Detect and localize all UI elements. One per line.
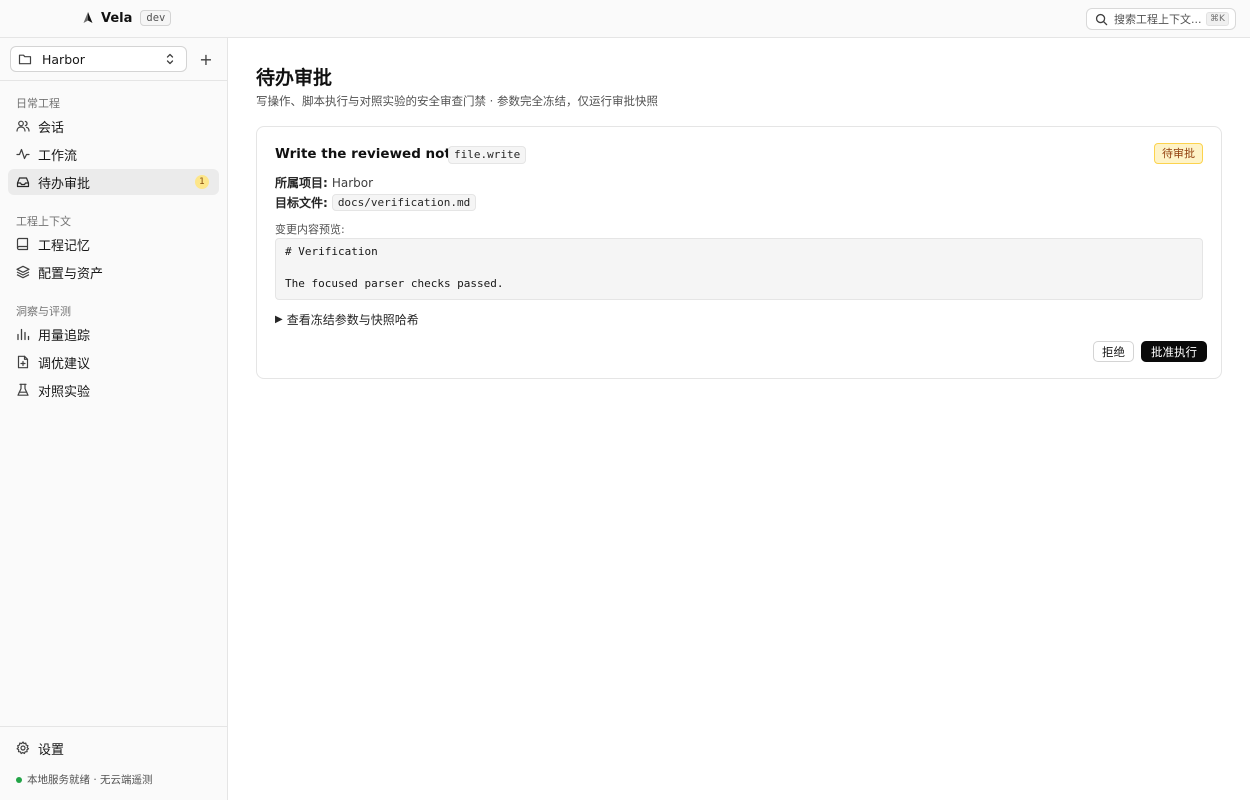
chevron-up-down-icon	[166, 53, 174, 65]
approval-title: Write the reviewed note	[275, 146, 461, 162]
sidebar-item-label: 调优建议	[38, 356, 91, 372]
bar-chart-icon	[17, 328, 30, 341]
target-file-path: docs/verification.md	[331, 194, 477, 211]
tool-name-chip: file.write	[448, 146, 527, 164]
project-meta-value: Harbor	[331, 175, 374, 190]
nav-group-label: 日常工程	[16, 97, 60, 110]
project-switcher-row: Harbor +	[0, 38, 227, 81]
book-icon	[16, 237, 29, 251]
project-select[interactable]: Harbor	[10, 46, 187, 72]
search-shortcut: ⌘K	[1206, 12, 1229, 26]
activity-icon	[16, 148, 30, 160]
sidebar: Harbor + 日常工程 会话 工作流 待办审批 1 工程上下文 工程记忆 配…	[0, 38, 228, 800]
sidebar-item-experiments[interactable]: 对照实验	[8, 377, 219, 403]
file-meta-row: 目标文件: docs/verification.md	[275, 194, 477, 211]
sidebar-item-settings[interactable]: 设置	[8, 735, 219, 761]
search-button[interactable]: 搜索工程上下文... ⌘K	[1086, 8, 1236, 30]
app-name: Vela	[101, 10, 133, 26]
folder-icon	[18, 54, 32, 65]
nav-group-label: 洞察与评测	[16, 305, 71, 318]
users-icon	[16, 120, 30, 132]
pending-count-badge: 1	[195, 175, 209, 189]
project-name: Harbor	[42, 51, 85, 67]
search-placeholder: 搜索工程上下文...	[1114, 13, 1202, 26]
file-plus-icon	[17, 355, 29, 369]
caret-right-icon: ▶	[275, 314, 283, 325]
change-preview: # Verification The focused parser checks…	[275, 238, 1203, 300]
nav-group-label: 工程上下文	[16, 215, 71, 228]
preview-label: 变更内容预览:	[275, 223, 345, 236]
sidebar-item-label: 配置与资产	[38, 266, 104, 282]
env-badge: dev	[140, 10, 172, 26]
sidebar-item-label: 用量追踪	[38, 328, 91, 344]
service-status: 本地服务就绪 · 无云端遥测	[16, 772, 153, 787]
sidebar-item-sessions[interactable]: 会话	[8, 113, 219, 139]
sidebar-item-label: 工作流	[38, 148, 78, 164]
sidebar-item-label: 工程记忆	[38, 238, 91, 254]
brand[interactable]: Vela dev	[83, 10, 172, 26]
sidebar-item-approvals[interactable]: 待办审批 1	[8, 169, 219, 195]
sidebar-item-label: 对照实验	[38, 384, 91, 400]
sidebar-footer: 设置 本地服务就绪 · 无云端遥测	[0, 726, 228, 800]
search-icon	[1095, 13, 1108, 25]
layers-icon	[16, 265, 30, 279]
status-dot	[16, 776, 22, 783]
sidebar-item-label: 会话	[38, 120, 65, 136]
reject-button[interactable]: 拒绝	[1093, 341, 1134, 362]
add-project-button[interactable]: +	[196, 48, 216, 70]
details-toggle-label: 查看冻结参数与快照哈希	[286, 313, 419, 327]
service-status-text: 本地服务就绪 · 无云端遥测	[27, 774, 153, 786]
settings-label: 设置	[38, 742, 65, 758]
flask-icon	[17, 383, 29, 396]
file-meta-key: 目标文件:	[275, 196, 328, 210]
top-bar: Vela dev 搜索工程上下文... ⌘K	[0, 0, 1250, 38]
approve-button[interactable]: 批准执行	[1141, 341, 1207, 362]
sidebar-item-workflows[interactable]: 工作流	[8, 141, 219, 167]
status-badge: 待审批	[1154, 143, 1203, 164]
sidebar-item-memory[interactable]: 工程记忆	[8, 231, 219, 257]
sidebar-item-tuning[interactable]: 调优建议	[8, 349, 219, 375]
sidebar-item-usage[interactable]: 用量追踪	[8, 321, 219, 347]
project-meta-row: 所属项目: Harbor	[275, 174, 373, 191]
vela-logo-icon	[83, 12, 93, 23]
gear-icon	[16, 741, 30, 755]
main-content: 待办审批 写操作、脚本执行与对照实验的安全审查门禁 · 参数完全冻结，仅运行审批…	[228, 38, 1250, 800]
frozen-params-toggle[interactable]: ▶ 查看冻结参数与快照哈希	[275, 311, 419, 328]
preview-line: # Verification	[285, 245, 378, 258]
sidebar-item-config-assets[interactable]: 配置与资产	[8, 259, 219, 285]
sidebar-item-label: 待办审批	[38, 176, 91, 192]
page-subtitle: 写操作、脚本执行与对照实验的安全审查门禁 · 参数完全冻结，仅运行审批快照	[256, 94, 658, 108]
approval-card: Write the reviewed note file.write 待审批 所…	[256, 126, 1222, 379]
preview-line: The focused parser checks passed.	[285, 277, 504, 290]
inbox-icon	[16, 177, 30, 188]
page-title: 待办审批	[256, 67, 333, 89]
project-meta-key: 所属项目:	[275, 176, 328, 190]
